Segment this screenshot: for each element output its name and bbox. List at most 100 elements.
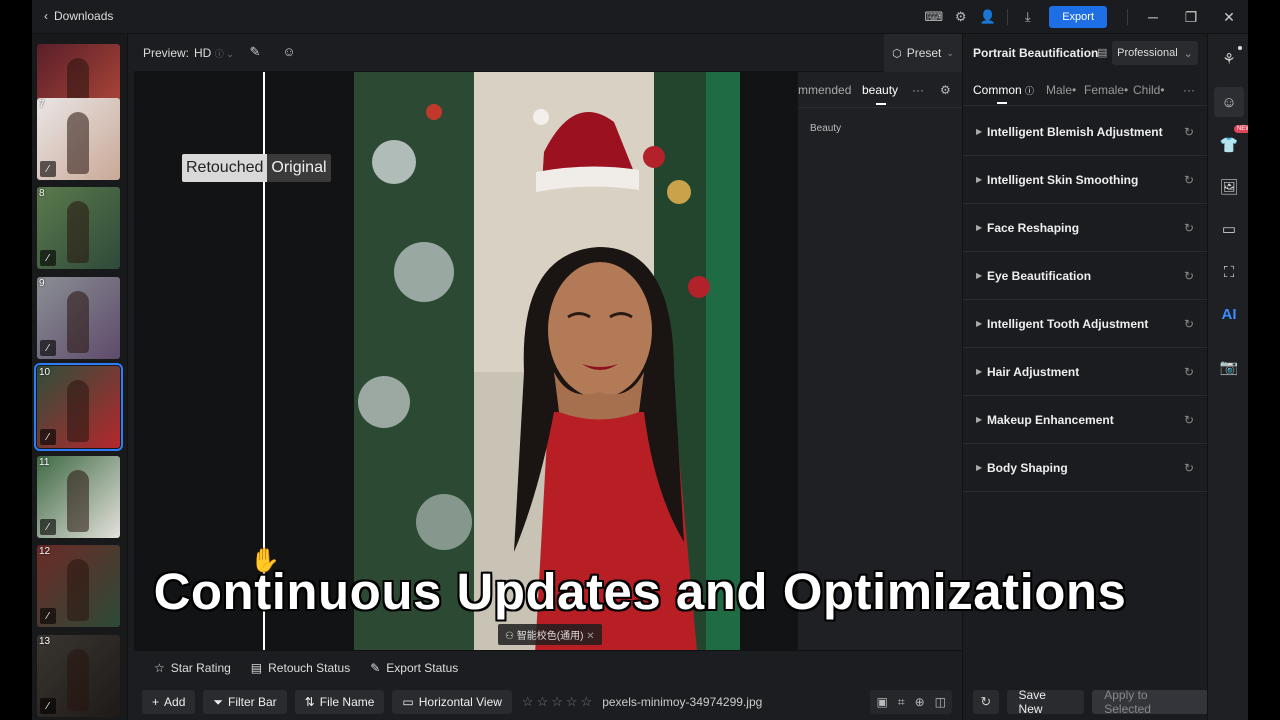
- preview-quality-select[interactable]: HD ⓘ ⌄: [194, 46, 234, 60]
- retouch-icon: ▤: [250, 660, 263, 675]
- zoom-icon[interactable]: ⊕: [915, 695, 925, 709]
- color-icon[interactable]: ⚘: [1214, 44, 1244, 74]
- preview-toolbar: Preview: HD ⓘ ⌄ ✎ ☺ ⬡ Preset ⌄: [134, 34, 962, 72]
- focus-icon[interactable]: ⌗: [898, 695, 905, 710]
- new-badge: NEW: [1234, 125, 1248, 133]
- thumb-figure: [67, 649, 89, 711]
- star-rating[interactable]: ☆ ☆ ☆ ☆ ☆: [522, 694, 592, 710]
- tab-female[interactable]: Female•: [1084, 83, 1128, 97]
- star-rating-toggle[interactable]: ☆ Star Rating: [154, 661, 231, 675]
- close-button[interactable]: ✕: [1210, 0, 1248, 34]
- category-tabs: Common ⓘ Male• Female• Child• ···: [963, 72, 1208, 106]
- tab-recommended[interactable]: mmended: [798, 83, 851, 97]
- preset-button[interactable]: ⬡ Preset ⌄: [884, 34, 962, 72]
- magic-wand-icon: ⁄: [40, 519, 56, 535]
- filmstrip-thumb[interactable]: 9 ⁄: [37, 277, 120, 359]
- more-icon[interactable]: ···: [1183, 83, 1195, 97]
- adjustment-row[interactable]: ▶ Hair Adjustment ↻: [963, 348, 1208, 396]
- user-icon[interactable]: 👤: [974, 0, 1001, 34]
- add-button[interactable]: + Add: [142, 690, 196, 714]
- panel-header: Portrait Beautification ▤ Professional ⌄: [963, 34, 1207, 72]
- settings-icon[interactable]: ⚙: [947, 0, 974, 34]
- clothing-icon[interactable]: 👕NEW: [1214, 125, 1248, 160]
- filmstrip-thumb[interactable]: 7 ⁄: [37, 98, 120, 180]
- document-icon[interactable]: ▤: [1097, 46, 1107, 59]
- notification-dot: [1238, 46, 1242, 50]
- export-button[interactable]: Export: [1049, 6, 1107, 28]
- maximize-button[interactable]: ❐: [1172, 0, 1210, 34]
- gear-icon[interactable]: ⚙: [940, 83, 951, 97]
- refresh-icon[interactable]: ↻: [973, 690, 999, 714]
- cube-icon: ⬡: [892, 47, 902, 60]
- tab-common[interactable]: Common ⓘ: [973, 83, 1034, 97]
- export-status-toggle[interactable]: ✎ Export Status: [370, 661, 458, 675]
- adjustment-row[interactable]: ▶ Intelligent Tooth Adjustment ↻: [963, 300, 1208, 348]
- reset-icon[interactable]: ↻: [1184, 221, 1194, 235]
- star-icon[interactable]: ☆: [522, 694, 534, 710]
- reset-icon[interactable]: ↻: [1184, 365, 1194, 379]
- reset-icon[interactable]: ↻: [1184, 461, 1194, 475]
- brush-tool-icon[interactable]: ✎: [246, 44, 264, 62]
- status-bar: ☆ Star Rating ▤ Retouch Status ✎ Export …: [134, 650, 962, 684]
- tab-common-label: Common: [973, 83, 1022, 97]
- camera-icon[interactable]: 📷: [1214, 352, 1244, 382]
- filmstrip-thumb[interactable]: 8 ⁄: [37, 187, 120, 269]
- thumb-number: 7: [39, 99, 45, 110]
- image-icon[interactable]: 🖼: [1214, 172, 1244, 202]
- more-icon[interactable]: ···: [912, 83, 924, 97]
- adjustment-row[interactable]: ▶ Intelligent Blemish Adjustment ↻: [963, 108, 1208, 156]
- save-new-button[interactable]: Save New: [1006, 688, 1085, 716]
- filter-bar-button[interactable]: ⏷ Filter Bar: [203, 690, 287, 714]
- preset-label: Preset: [906, 46, 942, 60]
- file-name-sort-button[interactable]: ⇅ File Name: [294, 690, 385, 714]
- filmstrip-thumb[interactable]: 11 ⁄: [37, 456, 120, 538]
- adjustment-row[interactable]: ▶ Eye Beautification ↻: [963, 252, 1208, 300]
- fit-screen-icon[interactable]: ▣: [876, 695, 887, 709]
- thumb-figure: [67, 380, 89, 442]
- tab-male[interactable]: Male•: [1046, 83, 1076, 97]
- star-icon[interactable]: ☆: [537, 694, 549, 710]
- thumb-number: 8: [39, 188, 45, 199]
- adjustment-row[interactable]: ▶ Face Reshaping ↻: [963, 204, 1208, 252]
- thumb-number: 13: [39, 636, 51, 647]
- back-button[interactable]: ‹ Downloads: [44, 9, 113, 23]
- reset-icon[interactable]: ↻: [1184, 125, 1194, 139]
- id-card-icon[interactable]: ▭: [1214, 214, 1244, 244]
- adjustment-row[interactable]: ▶ Body Shaping ↻: [963, 444, 1208, 492]
- filmstrip-thumb[interactable]: 13 ⁄: [37, 635, 120, 717]
- crop-icon[interactable]: ⛶: [1214, 257, 1244, 287]
- info-icon: ⓘ ⌄: [214, 49, 234, 59]
- keyboard-icon[interactable]: ⌨: [920, 0, 947, 34]
- download-icon[interactable]: ⤓: [1014, 0, 1041, 34]
- tab-underline: [997, 102, 1007, 104]
- star-icon[interactable]: ☆: [566, 694, 578, 710]
- add-label: Add: [164, 695, 186, 709]
- face-tool-icon[interactable]: ☺: [280, 44, 298, 62]
- reset-icon[interactable]: ↻: [1184, 269, 1194, 283]
- close-icon[interactable]: ✕: [586, 631, 594, 642]
- compare-icon[interactable]: ◫: [935, 695, 946, 709]
- filmstrip-thumb[interactable]: 10 ⁄: [34, 363, 123, 451]
- portrait-icon[interactable]: ☺: [1214, 87, 1244, 117]
- tab-child[interactable]: Child•: [1133, 83, 1165, 97]
- horizontal-view-button[interactable]: ▭ Horizontal View: [392, 690, 512, 714]
- tab-beauty[interactable]: beauty: [862, 83, 898, 97]
- mode-select[interactable]: Professional ⌄: [1112, 41, 1198, 65]
- applied-preset-tag[interactable]: ⚇ 智能校色(通用) ✕: [498, 624, 602, 645]
- adjustment-row[interactable]: ▶ Intelligent Skin Smoothing ↻: [963, 156, 1208, 204]
- preset-tabs: mmended beauty ··· ⚙: [798, 72, 962, 108]
- reset-icon[interactable]: ↻: [1184, 317, 1194, 331]
- star-icon[interactable]: ☆: [551, 694, 563, 710]
- star-icon[interactable]: ☆: [581, 694, 593, 710]
- reset-icon[interactable]: ↻: [1184, 173, 1194, 187]
- reset-icon[interactable]: ↻: [1184, 413, 1194, 427]
- apply-to-selected-button[interactable]: Apply to Selected: [1092, 688, 1208, 716]
- preset-item-beauty[interactable]: Beauty: [810, 123, 841, 134]
- caret-right-icon: ▶: [976, 271, 983, 280]
- minimize-button[interactable]: ─: [1134, 0, 1172, 34]
- adjustment-row[interactable]: ▶ Makeup Enhancement ↻: [963, 396, 1208, 444]
- retouch-status-toggle[interactable]: ▤ Retouch Status: [251, 661, 350, 675]
- star-rating-label: Star Rating: [170, 660, 231, 675]
- retouched-label: Retouched: [182, 154, 268, 182]
- ai-icon[interactable]: AI: [1214, 299, 1244, 329]
